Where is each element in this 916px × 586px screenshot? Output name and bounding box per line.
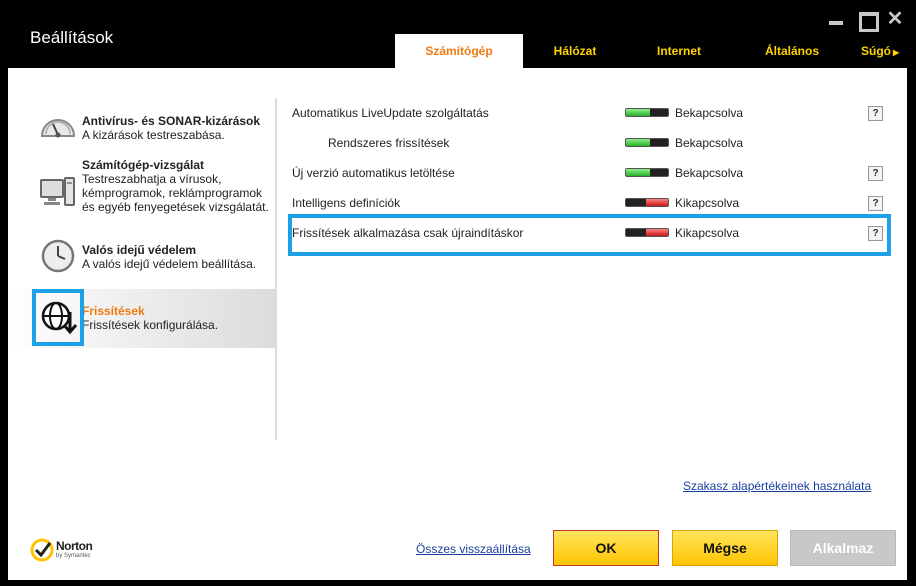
tab-szamitogep[interactable]: Számítógép <box>395 34 523 68</box>
setting-state: Bekapcsolva <box>675 166 744 180</box>
title-bar: Beállítások ✕ Számítógép Hálózat Interne… <box>0 0 916 68</box>
close-icon[interactable]: ✕ <box>884 9 906 29</box>
cancel-button[interactable]: Mégse <box>672 530 778 566</box>
sidebar-item-title: Valós idejű védelem <box>82 243 197 257</box>
use-defaults-link[interactable]: Szakasz alapértékeinek használata <box>683 479 871 493</box>
setting-state: Bekapcsolva <box>675 106 744 120</box>
computer-icon <box>38 172 78 212</box>
tab-internet[interactable]: Internet <box>627 34 731 68</box>
settings-panel: Antivírus- és SONAR-kizárások A kizáráso… <box>8 68 907 580</box>
selection-highlight <box>32 289 84 346</box>
sidebar-item-desc: A kizárások testreszabása. <box>82 128 225 142</box>
norton-logo: Norton by Symantec <box>30 536 110 564</box>
toggle-switch[interactable] <box>625 108 669 117</box>
sidebar-item-desc: Frissítések konfigurálása. <box>82 318 219 332</box>
help-icon[interactable]: ? <box>868 166 883 181</box>
norton-check-icon <box>30 538 54 562</box>
sidebar-item-realtime[interactable]: Valós idejű védelem A valós idejű védele… <box>8 236 275 282</box>
tab-halozat[interactable]: Hálózat <box>523 34 627 68</box>
brand-sub: by Symantec <box>56 553 91 559</box>
tab-sugo[interactable]: Súgó ▶ <box>853 34 909 68</box>
sidebar-item-title: Antivírus- és SONAR-kizárások <box>82 114 261 128</box>
sidebar-item-title: Frissítések <box>82 304 145 318</box>
toggle-switch[interactable] <box>625 198 669 207</box>
sidebar-item-title: Számítógép-vizsgálat <box>82 158 205 172</box>
setting-label: Automatikus LiveUpdate szolgáltatás <box>292 106 489 120</box>
setting-state: Bekapcsolva <box>675 136 744 150</box>
help-icon[interactable]: ? <box>868 106 883 121</box>
reset-all-link[interactable]: Összes visszaállítása <box>416 542 531 556</box>
clock-icon <box>38 236 78 276</box>
sidebar-item-desc: A valós idejű védelem beállítása. <box>82 257 257 271</box>
setting-row-regular-updates: Rendszeres frissítések Bekapcsolva <box>292 128 892 158</box>
setting-label: Intelligens definíciók <box>292 196 401 210</box>
minimize-icon[interactable] <box>826 9 848 29</box>
tab-altalanos[interactable]: Általános <box>731 34 853 68</box>
toggle-switch[interactable] <box>625 168 669 177</box>
row-highlight <box>288 214 891 256</box>
sidebar-item-desc: Testreszabhatja a vírusok, kémprogramok,… <box>82 172 269 214</box>
setting-row-liveupdate: Automatikus LiveUpdate szolgáltatás Beka… <box>292 98 892 128</box>
apply-button[interactable]: Alkalmaz <box>790 530 896 566</box>
ok-button[interactable]: OK <box>553 530 659 566</box>
setting-label: Rendszeres frissítések <box>328 136 450 150</box>
setting-state: Kikapcsolva <box>675 196 740 210</box>
gauge-icon <box>38 108 78 148</box>
tab-bar: Számítógép Hálózat Internet Általános Sú… <box>395 34 909 68</box>
window-title: Beállítások <box>30 28 114 47</box>
setting-label: Új verzió automatikus letöltése <box>292 166 455 180</box>
brand-name: Norton <box>56 539 93 553</box>
arrow-right-icon: ▶ <box>893 48 900 57</box>
tab-sugo-label: Súgó <box>861 44 891 58</box>
help-icon[interactable]: ? <box>868 196 883 211</box>
sidebar-item-scan[interactable]: Számítógép-vizsgálat Testreszabhatja a v… <box>8 154 275 234</box>
sidebar: Antivírus- és SONAR-kizárások A kizáráso… <box>8 68 276 580</box>
setting-row-auto-download: Új verzió automatikus letöltése Bekapcso… <box>292 158 892 188</box>
divider <box>275 98 277 440</box>
toggle-switch[interactable] <box>625 138 669 147</box>
sidebar-item-exclusions[interactable]: Antivírus- és SONAR-kizárások A kizáráso… <box>8 102 275 152</box>
maximize-icon[interactable] <box>856 9 879 32</box>
